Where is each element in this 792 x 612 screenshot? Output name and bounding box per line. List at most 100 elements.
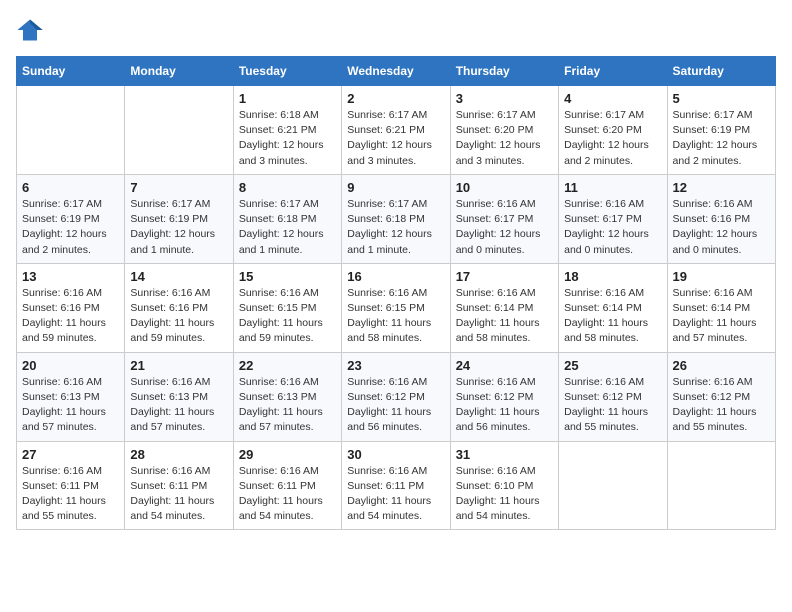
day-number: 23	[347, 358, 444, 373]
day-number: 1	[239, 91, 336, 106]
day-info: Sunrise: 6:16 AMSunset: 6:13 PMDaylight:…	[130, 375, 227, 436]
logo-icon	[16, 16, 44, 44]
day-info: Sunrise: 6:17 AMSunset: 6:18 PMDaylight:…	[347, 197, 444, 258]
weekday-header-saturday: Saturday	[667, 57, 775, 86]
day-number: 11	[564, 180, 661, 195]
day-info: Sunrise: 6:16 AMSunset: 6:11 PMDaylight:…	[239, 464, 336, 525]
day-info: Sunrise: 6:16 AMSunset: 6:15 PMDaylight:…	[347, 286, 444, 347]
day-number: 12	[673, 180, 770, 195]
calendar-cell: 22 Sunrise: 6:16 AMSunset: 6:13 PMDayligh…	[233, 352, 341, 441]
day-number: 8	[239, 180, 336, 195]
calendar-cell: 16 Sunrise: 6:16 AMSunset: 6:15 PMDayligh…	[342, 263, 450, 352]
logo	[16, 16, 48, 44]
day-info: Sunrise: 6:16 AMSunset: 6:11 PMDaylight:…	[347, 464, 444, 525]
calendar-cell: 29 Sunrise: 6:16 AMSunset: 6:11 PMDayligh…	[233, 441, 341, 530]
calendar-cell: 4 Sunrise: 6:17 AMSunset: 6:20 PMDaylight…	[559, 86, 667, 175]
weekday-header-thursday: Thursday	[450, 57, 558, 86]
day-info: Sunrise: 6:17 AMSunset: 6:20 PMDaylight:…	[564, 108, 661, 169]
day-info: Sunrise: 6:16 AMSunset: 6:15 PMDaylight:…	[239, 286, 336, 347]
calendar-cell: 8 Sunrise: 6:17 AMSunset: 6:18 PMDaylight…	[233, 174, 341, 263]
day-info: Sunrise: 6:16 AMSunset: 6:11 PMDaylight:…	[22, 464, 119, 525]
day-number: 20	[22, 358, 119, 373]
day-number: 25	[564, 358, 661, 373]
day-info: Sunrise: 6:17 AMSunset: 6:21 PMDaylight:…	[347, 108, 444, 169]
day-number: 17	[456, 269, 553, 284]
calendar-cell: 19Sunrise: 6:16 AMSunset: 6:14 PMDayligh…	[667, 263, 775, 352]
day-number: 9	[347, 180, 444, 195]
calendar-cell	[125, 86, 233, 175]
day-info: Sunrise: 6:16 AMSunset: 6:14 PMDaylight:…	[564, 286, 661, 347]
day-number: 21	[130, 358, 227, 373]
calendar-cell: 18 Sunrise: 6:16 AMSunset: 6:14 PMDayligh…	[559, 263, 667, 352]
day-info: Sunrise: 6:16 AMSunset: 6:10 PMDaylight:…	[456, 464, 553, 525]
weekday-header-tuesday: Tuesday	[233, 57, 341, 86]
calendar-cell: 11 Sunrise: 6:16 AMSunset: 6:17 PMDayligh…	[559, 174, 667, 263]
calendar-cell: 26 Sunrise: 6:16 AMSunset: 6:12 PMDayligh…	[667, 352, 775, 441]
day-number: 28	[130, 447, 227, 462]
day-info: Sunrise: 6:16 AMSunset: 6:14 PMDaylight:…	[456, 286, 553, 347]
calendar-cell	[17, 86, 125, 175]
day-number: 10	[456, 180, 553, 195]
day-number: 14	[130, 269, 227, 284]
day-info: Sunrise: 6:17 AMSunset: 6:19 PMDaylight:…	[130, 197, 227, 258]
day-number: 2	[347, 91, 444, 106]
calendar-cell	[559, 441, 667, 530]
calendar-cell: 14Sunrise: 6:16 AMSunset: 6:16 PMDayligh…	[125, 263, 233, 352]
day-info: Sunrise: 6:16 AMSunset: 6:12 PMDaylight:…	[564, 375, 661, 436]
calendar-cell: 20 Sunrise: 6:16 AMSunset: 6:13 PMDayligh…	[17, 352, 125, 441]
calendar-cell: 27 Sunrise: 6:16 AMSunset: 6:11 PMDayligh…	[17, 441, 125, 530]
weekday-header-monday: Monday	[125, 57, 233, 86]
calendar-cell: 1 Sunrise: 6:18 AMSunset: 6:21 PMDaylight…	[233, 86, 341, 175]
day-info: Sunrise: 6:17 AMSunset: 6:19 PMDaylight:…	[22, 197, 119, 258]
calendar-cell: 28 Sunrise: 6:16 AMSunset: 6:11 PMDayligh…	[125, 441, 233, 530]
day-number: 5	[673, 91, 770, 106]
day-number: 24	[456, 358, 553, 373]
calendar-cell: 9 Sunrise: 6:17 AMSunset: 6:18 PMDaylight…	[342, 174, 450, 263]
calendar-cell: 31Sunrise: 6:16 AMSunset: 6:10 PMDayligh…	[450, 441, 558, 530]
day-number: 3	[456, 91, 553, 106]
day-info: Sunrise: 6:16 AMSunset: 6:16 PMDaylight:…	[673, 197, 770, 258]
calendar-cell: 23 Sunrise: 6:16 AMSunset: 6:12 PMDayligh…	[342, 352, 450, 441]
calendar-cell: 30 Sunrise: 6:16 AMSunset: 6:11 PMDayligh…	[342, 441, 450, 530]
day-number: 18	[564, 269, 661, 284]
calendar-cell: 2 Sunrise: 6:17 AMSunset: 6:21 PMDaylight…	[342, 86, 450, 175]
weekday-header-friday: Friday	[559, 57, 667, 86]
day-info: Sunrise: 6:16 AMSunset: 6:17 PMDaylight:…	[564, 197, 661, 258]
day-info: Sunrise: 6:16 AMSunset: 6:13 PMDaylight:…	[22, 375, 119, 436]
day-info: Sunrise: 6:16 AMSunset: 6:17 PMDaylight:…	[456, 197, 553, 258]
calendar-cell: 12 Sunrise: 6:16 AMSunset: 6:16 PMDayligh…	[667, 174, 775, 263]
calendar-cell	[667, 441, 775, 530]
day-info: Sunrise: 6:16 AMSunset: 6:13 PMDaylight:…	[239, 375, 336, 436]
day-number: 16	[347, 269, 444, 284]
calendar-cell: 15 Sunrise: 6:16 AMSunset: 6:15 PMDayligh…	[233, 263, 341, 352]
day-info: Sunrise: 6:16 AMSunset: 6:12 PMDaylight:…	[673, 375, 770, 436]
day-info: Sunrise: 6:18 AMSunset: 6:21 PMDaylight:…	[239, 108, 336, 169]
calendar-cell: 17 Sunrise: 6:16 AMSunset: 6:14 PMDayligh…	[450, 263, 558, 352]
day-number: 6	[22, 180, 119, 195]
calendar-cell: 6 Sunrise: 6:17 AMSunset: 6:19 PMDaylight…	[17, 174, 125, 263]
day-number: 27	[22, 447, 119, 462]
calendar-cell: 5 Sunrise: 6:17 AMSunset: 6:19 PMDaylight…	[667, 86, 775, 175]
calendar-cell: 21 Sunrise: 6:16 AMSunset: 6:13 PMDayligh…	[125, 352, 233, 441]
day-info: Sunrise: 6:16 AMSunset: 6:12 PMDaylight:…	[347, 375, 444, 436]
calendar-cell: 24 Sunrise: 6:16 AMSunset: 6:12 PMDayligh…	[450, 352, 558, 441]
weekday-header-sunday: Sunday	[17, 57, 125, 86]
calendar-cell: 13Sunrise: 6:16 AMSunset: 6:16 PMDayligh…	[17, 263, 125, 352]
day-number: 15	[239, 269, 336, 284]
day-number: 4	[564, 91, 661, 106]
day-info: Sunrise: 6:16 AMSunset: 6:16 PMDaylight:…	[22, 286, 119, 347]
weekday-header-wednesday: Wednesday	[342, 57, 450, 86]
calendar-cell: 10 Sunrise: 6:16 AMSunset: 6:17 PMDayligh…	[450, 174, 558, 263]
day-number: 26	[673, 358, 770, 373]
day-info: Sunrise: 6:17 AMSunset: 6:19 PMDaylight:…	[673, 108, 770, 169]
day-info: Sunrise: 6:16 AMSunset: 6:11 PMDaylight:…	[130, 464, 227, 525]
day-info: Sunrise: 6:16 AMSunset: 6:12 PMDaylight:…	[456, 375, 553, 436]
page-header	[16, 16, 776, 44]
day-number: 29	[239, 447, 336, 462]
day-info: Sunrise: 6:16 AMSunset: 6:14 PMDaylight:…	[673, 286, 770, 347]
day-number: 7	[130, 180, 227, 195]
day-number: 30	[347, 447, 444, 462]
calendar-cell: 25 Sunrise: 6:16 AMSunset: 6:12 PMDayligh…	[559, 352, 667, 441]
day-number: 22	[239, 358, 336, 373]
day-info: Sunrise: 6:17 AMSunset: 6:18 PMDaylight:…	[239, 197, 336, 258]
